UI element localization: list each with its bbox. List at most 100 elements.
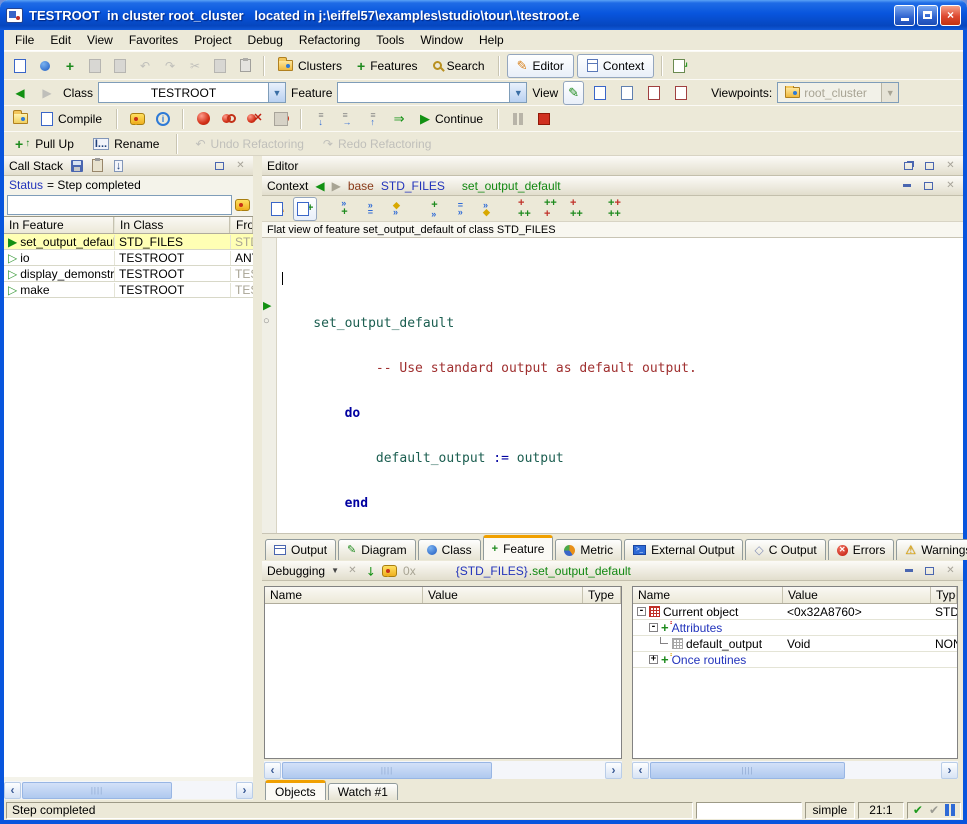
interface-view-icon[interactable] [670, 82, 692, 104]
basic-text-view-button[interactable]: ✎ [563, 81, 584, 105]
stack-depth-icon[interactable]: ↓ [111, 159, 126, 173]
object-tree-row[interactable]: +! Once routines [633, 652, 957, 668]
scrollbar-track[interactable] [281, 762, 605, 779]
maximize-panel-icon[interactable] [922, 564, 937, 578]
object-tree-row[interactable]: +! Attributes [633, 620, 957, 636]
collapse-icon[interactable] [649, 623, 658, 632]
tab-output[interactable]: Output [265, 539, 336, 560]
call-stack-row[interactable]: ▷display_demonstrat... TESTROOT TEST [4, 266, 253, 282]
maximize-panel-icon[interactable] [922, 159, 937, 173]
step-out-icon[interactable]: ≡↑ [362, 108, 384, 130]
maximize-panel-icon[interactable] [212, 159, 227, 173]
scrollbar-thumb[interactable] [22, 782, 172, 799]
close-panel-icon[interactable]: ✕ [943, 179, 958, 193]
speech-bubble-icon[interactable] [382, 564, 397, 578]
column-header-value[interactable]: Value [423, 587, 583, 603]
pause-icon[interactable] [507, 108, 529, 130]
menu-item-project[interactable]: Project [186, 31, 239, 49]
column-header-value[interactable]: Value [783, 587, 931, 603]
drop-breakpoint-icon[interactable] [192, 108, 214, 130]
watch-horizontal-scrollbar[interactable]: ‹ › [264, 761, 622, 779]
chevron-down-icon[interactable]: ▼ [509, 83, 526, 102]
scrollbar-thumb[interactable] [650, 762, 845, 779]
tab-class[interactable]: Class [418, 539, 481, 560]
column-header-type[interactable]: Type [583, 587, 621, 603]
class-combobox[interactable]: TESTROOT ▼ [98, 82, 286, 103]
step-into-icon[interactable]: ≡→ [336, 108, 358, 130]
tab-metric[interactable]: Metric [555, 539, 622, 560]
step-next-icon[interactable]: ≡↓ [310, 108, 332, 130]
minimize-panel-icon[interactable] [901, 564, 916, 578]
descendant-versions-icon[interactable]: +++ [539, 198, 561, 220]
tab-external-output[interactable]: >_External Output [624, 539, 743, 560]
creations-icon[interactable]: »◆ [475, 198, 497, 220]
menu-item-debug[interactable]: Debug [240, 31, 291, 49]
continue-button[interactable]: ▶ Continue [414, 110, 489, 128]
rename-button[interactable]: I... Rename [87, 135, 166, 153]
restore-panel-icon[interactable] [901, 159, 916, 173]
toggle-breakpoint-icon[interactable] [218, 108, 240, 130]
object-tree-row[interactable]: default_output Void NON [633, 636, 957, 652]
diagonal-arrow-icon[interactable]: ↘ [363, 563, 379, 579]
tab-feature[interactable]: +Feature [483, 535, 554, 560]
search-button[interactable]: Search [427, 57, 491, 75]
tab-warnings[interactable]: ⚠Warnings [896, 539, 967, 560]
call-stack-row[interactable]: ▷io TESTROOT ANY [4, 250, 253, 266]
scroll-right-icon[interactable]: › [605, 762, 622, 779]
editor-header[interactable]: Editor ✕ [262, 156, 963, 176]
callers-icon[interactable]: »+ [333, 198, 355, 220]
viewpoints-combobox[interactable]: root_cluster ▼ [777, 82, 899, 103]
close-button[interactable]: × [940, 5, 961, 26]
context-toggle-button[interactable]: Context [577, 54, 654, 78]
menu-item-window[interactable]: Window [412, 31, 471, 49]
breakpoint-slot-icon[interactable]: ○ [263, 316, 270, 327]
hex-toggle[interactable]: 0x [403, 564, 416, 578]
column-header-name[interactable]: Name [633, 587, 783, 603]
add-class-icon[interactable]: + [59, 55, 81, 77]
clusters-button[interactable]: Clusters [272, 57, 348, 75]
contract-view-icon[interactable] [643, 82, 665, 104]
breakpoints-window-icon[interactable] [270, 108, 292, 130]
menu-item-favorites[interactable]: Favorites [121, 31, 186, 49]
back-icon[interactable]: ◀ [9, 82, 31, 104]
clickable-view-icon[interactable] [589, 82, 611, 104]
creators-icon[interactable]: ◆» [385, 198, 407, 220]
compile-button[interactable]: Compile [35, 110, 108, 128]
call-stack-row[interactable]: ▶set_output_default STD_FILES STD_ [4, 234, 253, 250]
forward-icon[interactable]: ▶ [36, 82, 58, 104]
minimize-button[interactable] [894, 5, 915, 26]
debugging-header[interactable]: Debugging ▼ ✕ ↘ 0x {STD_FILES} .set_outp… [262, 561, 963, 581]
x-icon[interactable]: ✕ [345, 564, 360, 578]
maximize-panel-icon[interactable] [921, 179, 936, 193]
column-header-type[interactable]: Type [931, 587, 957, 603]
tab-watch-1[interactable]: Watch #1 [328, 783, 398, 800]
close-panel-icon[interactable]: ✕ [233, 159, 248, 173]
external-editor-icon[interactable]: ↵ [670, 55, 692, 77]
remove-breakpoints-icon[interactable]: ✕ [244, 108, 266, 130]
objects-horizontal-scrollbar[interactable]: ‹ › [632, 761, 958, 779]
minimize-panel-icon[interactable] [899, 179, 914, 193]
edit-feature-icon[interactable]: ✎ [267, 198, 289, 220]
breadcrumb-feature[interactable]: set_output_default [462, 179, 561, 193]
editor-gutter[interactable]: ▶ ○ [262, 238, 277, 533]
tab-diagram[interactable]: ✎Diagram [338, 539, 416, 560]
feature-combobox[interactable]: ▼ [337, 82, 527, 103]
redo-refactoring-button[interactable]: ↷ Redo Refactoring [317, 135, 437, 153]
paste-icon[interactable] [234, 55, 256, 77]
chevron-down-icon[interactable]: ▼ [268, 83, 285, 102]
features-button[interactable]: + Features [351, 57, 424, 75]
menu-item-file[interactable]: File [7, 31, 42, 49]
undo-refactoring-button[interactable]: ↶ Undo Refactoring [189, 135, 309, 153]
expand-icon[interactable] [649, 655, 658, 664]
call-stack-header[interactable]: Call Stack ↓ ✕ [4, 156, 253, 176]
copy-call-stack-icon[interactable] [90, 159, 105, 173]
scrollbar-track[interactable] [649, 762, 941, 779]
close-panel-icon[interactable]: ✕ [943, 159, 958, 173]
undo-icon[interactable]: ↶ [134, 55, 156, 77]
call-stack-row[interactable]: ▷make TESTROOT TEST [4, 282, 253, 298]
assignees-icon[interactable]: =» [449, 198, 471, 220]
menu-item-view[interactable]: View [79, 31, 121, 49]
breadcrumb-cluster[interactable]: base [348, 179, 374, 193]
close-panel-icon[interactable]: ✕ [943, 564, 958, 578]
open-file-icon[interactable] [34, 55, 56, 77]
